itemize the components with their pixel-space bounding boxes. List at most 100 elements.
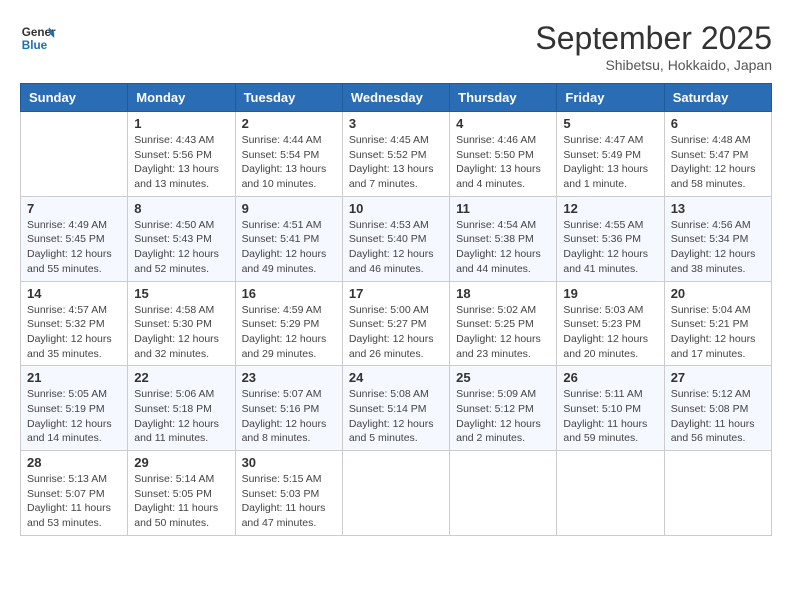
day-number: 10 [349, 201, 443, 216]
day-info: Sunrise: 5:06 AM Sunset: 5:18 PM Dayligh… [134, 387, 228, 446]
calendar-cell [664, 451, 771, 536]
calendar-cell: 16 Sunrise: 4:59 AM Sunset: 5:29 PM Dayli… [235, 281, 342, 366]
weekday-header-tuesday: Tuesday [235, 84, 342, 112]
day-info: Sunrise: 4:51 AM Sunset: 5:41 PM Dayligh… [242, 218, 336, 277]
calendar-cell: 2 Sunrise: 4:44 AM Sunset: 5:54 PM Daylig… [235, 112, 342, 197]
calendar-cell: 25 Sunrise: 5:09 AM Sunset: 5:12 PM Dayli… [450, 366, 557, 451]
calendar-cell: 18 Sunrise: 5:02 AM Sunset: 5:25 PM Dayli… [450, 281, 557, 366]
day-info: Sunrise: 4:48 AM Sunset: 5:47 PM Dayligh… [671, 133, 765, 192]
day-number: 30 [242, 455, 336, 470]
day-info: Sunrise: 5:15 AM Sunset: 5:03 PM Dayligh… [242, 472, 336, 531]
day-number: 4 [456, 116, 550, 131]
day-info: Sunrise: 4:46 AM Sunset: 5:50 PM Dayligh… [456, 133, 550, 192]
calendar-cell: 22Sunrise: 5:06 AM Sunset: 5:18 PM Dayli… [128, 366, 235, 451]
day-number: 12 [563, 201, 657, 216]
calendar-week-1: 1 Sunrise: 4:43 AM Sunset: 5:56 PM Daylig… [21, 112, 772, 197]
calendar-cell: 17Sunrise: 5:00 AM Sunset: 5:27 PM Dayli… [342, 281, 449, 366]
day-number: 9 [242, 201, 336, 216]
day-number: 26 [563, 370, 657, 385]
weekday-header-thursday: Thursday [450, 84, 557, 112]
day-info: Sunrise: 5:02 AM Sunset: 5:25 PM Dayligh… [456, 303, 550, 362]
weekday-header-wednesday: Wednesday [342, 84, 449, 112]
calendar-cell: 6 Sunrise: 4:48 AM Sunset: 5:47 PM Daylig… [664, 112, 771, 197]
day-info: Sunrise: 5:00 AM Sunset: 5:27 PM Dayligh… [349, 303, 443, 362]
month-title: September 2025 [535, 20, 772, 57]
day-info: Sunrise: 5:04 AM Sunset: 5:21 PM Dayligh… [671, 303, 765, 362]
calendar-cell: 8Sunrise: 4:50 AM Sunset: 5:43 PM Daylig… [128, 196, 235, 281]
day-info: Sunrise: 5:14 AM Sunset: 5:05 PM Dayligh… [134, 472, 228, 531]
day-info: Sunrise: 4:49 AM Sunset: 5:45 PM Dayligh… [27, 218, 121, 277]
calendar-week-5: 28 Sunrise: 5:13 AM Sunset: 5:07 PM Dayli… [21, 451, 772, 536]
day-number: 23 [242, 370, 336, 385]
day-info: Sunrise: 4:47 AM Sunset: 5:49 PM Dayligh… [563, 133, 657, 192]
calendar-cell: 13 Sunrise: 4:56 AM Sunset: 5:34 PM Dayli… [664, 196, 771, 281]
calendar-cell: 12 Sunrise: 4:55 AM Sunset: 5:36 PM Dayli… [557, 196, 664, 281]
day-number: 3 [349, 116, 443, 131]
day-info: Sunrise: 4:57 AM Sunset: 5:32 PM Dayligh… [27, 303, 121, 362]
weekday-header-row: SundayMondayTuesdayWednesdayThursdayFrid… [21, 84, 772, 112]
day-number: 1 [134, 116, 228, 131]
day-info: Sunrise: 4:43 AM Sunset: 5:56 PM Dayligh… [134, 133, 228, 192]
calendar-cell [557, 451, 664, 536]
calendar-table: SundayMondayTuesdayWednesdayThursdayFrid… [20, 83, 772, 536]
weekday-header-friday: Friday [557, 84, 664, 112]
day-number: 29 [134, 455, 228, 470]
day-number: 24 [349, 370, 443, 385]
day-info: Sunrise: 5:03 AM Sunset: 5:23 PM Dayligh… [563, 303, 657, 362]
day-number: 6 [671, 116, 765, 131]
day-number: 20 [671, 286, 765, 301]
day-info: Sunrise: 5:08 AM Sunset: 5:14 PM Dayligh… [349, 387, 443, 446]
calendar-cell: 20 Sunrise: 5:04 AM Sunset: 5:21 PM Dayli… [664, 281, 771, 366]
calendar-cell: 19Sunrise: 5:03 AM Sunset: 5:23 PM Dayli… [557, 281, 664, 366]
day-info: Sunrise: 5:05 AM Sunset: 5:19 PM Dayligh… [27, 387, 121, 446]
day-info: Sunrise: 5:11 AM Sunset: 5:10 PM Dayligh… [563, 387, 657, 446]
day-number: 28 [27, 455, 121, 470]
day-number: 5 [563, 116, 657, 131]
svg-text:Blue: Blue [22, 39, 48, 52]
calendar-cell [342, 451, 449, 536]
logo: General Blue [20, 20, 56, 56]
calendar-cell: 9 Sunrise: 4:51 AM Sunset: 5:41 PM Daylig… [235, 196, 342, 281]
calendar-cell: 28 Sunrise: 5:13 AM Sunset: 5:07 PM Dayli… [21, 451, 128, 536]
calendar-cell: 10 Sunrise: 4:53 AM Sunset: 5:40 PM Dayli… [342, 196, 449, 281]
day-info: Sunrise: 5:12 AM Sunset: 5:08 PM Dayligh… [671, 387, 765, 446]
day-info: Sunrise: 4:54 AM Sunset: 5:38 PM Dayligh… [456, 218, 550, 277]
day-number: 16 [242, 286, 336, 301]
day-number: 11 [456, 201, 550, 216]
calendar-cell: 7 Sunrise: 4:49 AM Sunset: 5:45 PM Daylig… [21, 196, 128, 281]
calendar-cell: 27 Sunrise: 5:12 AM Sunset: 5:08 PM Dayli… [664, 366, 771, 451]
location-title: Shibetsu, Hokkaido, Japan [535, 57, 772, 73]
calendar-cell: 26 Sunrise: 5:11 AM Sunset: 5:10 PM Dayli… [557, 366, 664, 451]
day-info: Sunrise: 4:55 AM Sunset: 5:36 PM Dayligh… [563, 218, 657, 277]
day-info: Sunrise: 5:07 AM Sunset: 5:16 PM Dayligh… [242, 387, 336, 446]
day-info: Sunrise: 5:13 AM Sunset: 5:07 PM Dayligh… [27, 472, 121, 531]
day-number: 2 [242, 116, 336, 131]
weekday-header-sunday: Sunday [21, 84, 128, 112]
day-info: Sunrise: 4:53 AM Sunset: 5:40 PM Dayligh… [349, 218, 443, 277]
calendar-cell: 24 Sunrise: 5:08 AM Sunset: 5:14 PM Dayli… [342, 366, 449, 451]
day-number: 14 [27, 286, 121, 301]
calendar-week-3: 14 Sunrise: 4:57 AM Sunset: 5:32 PM Dayli… [21, 281, 772, 366]
day-info: Sunrise: 5:09 AM Sunset: 5:12 PM Dayligh… [456, 387, 550, 446]
day-info: Sunrise: 4:56 AM Sunset: 5:34 PM Dayligh… [671, 218, 765, 277]
day-info: Sunrise: 4:58 AM Sunset: 5:30 PM Dayligh… [134, 303, 228, 362]
calendar-cell: 1 Sunrise: 4:43 AM Sunset: 5:56 PM Daylig… [128, 112, 235, 197]
day-info: Sunrise: 4:50 AM Sunset: 5:43 PM Dayligh… [134, 218, 228, 277]
calendar-cell: 5 Sunrise: 4:47 AM Sunset: 5:49 PM Daylig… [557, 112, 664, 197]
calendar-cell [450, 451, 557, 536]
day-number: 7 [27, 201, 121, 216]
day-number: 18 [456, 286, 550, 301]
day-number: 25 [456, 370, 550, 385]
calendar-cell: 4 Sunrise: 4:46 AM Sunset: 5:50 PM Daylig… [450, 112, 557, 197]
calendar-cell: 21Sunrise: 5:05 AM Sunset: 5:19 PM Dayli… [21, 366, 128, 451]
weekday-header-monday: Monday [128, 84, 235, 112]
day-info: Sunrise: 4:44 AM Sunset: 5:54 PM Dayligh… [242, 133, 336, 192]
logo-icon: General Blue [20, 20, 56, 56]
calendar-week-2: 7 Sunrise: 4:49 AM Sunset: 5:45 PM Daylig… [21, 196, 772, 281]
title-block: September 2025 Shibetsu, Hokkaido, Japan [535, 20, 772, 73]
calendar-cell: 30 Sunrise: 5:15 AM Sunset: 5:03 PM Dayli… [235, 451, 342, 536]
day-info: Sunrise: 4:59 AM Sunset: 5:29 PM Dayligh… [242, 303, 336, 362]
day-number: 27 [671, 370, 765, 385]
calendar-cell: 3Sunrise: 4:45 AM Sunset: 5:52 PM Daylig… [342, 112, 449, 197]
day-number: 13 [671, 201, 765, 216]
